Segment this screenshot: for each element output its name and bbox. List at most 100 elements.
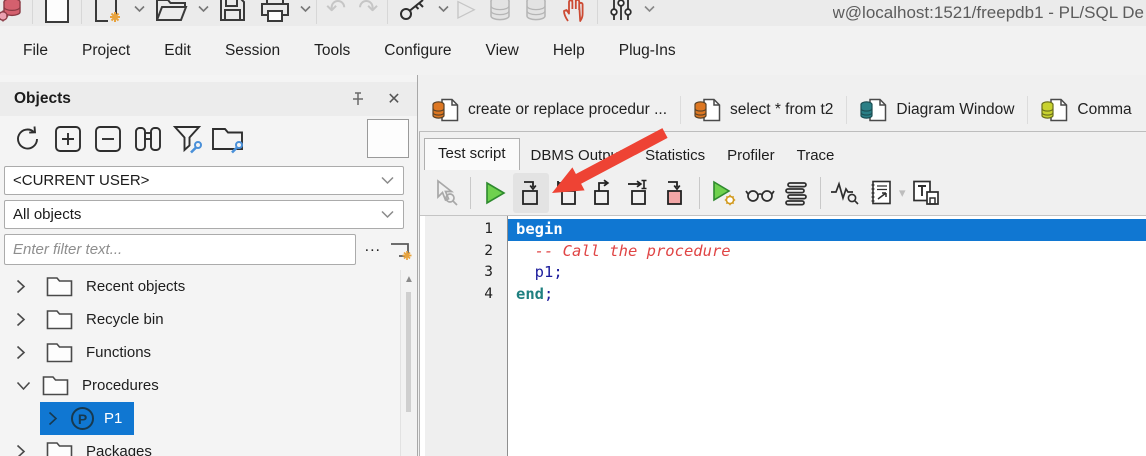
rollback-database-icon: [518, 0, 554, 26]
chevron-right-icon[interactable]: [16, 312, 29, 327]
tree-item-packages[interactable]: Packages: [0, 435, 401, 456]
window-tab-diagram[interactable]: Diagram Window: [847, 91, 1027, 129]
call-stack-icon[interactable]: [778, 173, 814, 213]
close-icon[interactable]: ✕: [379, 86, 409, 112]
window-tab-command[interactable]: Comma: [1028, 91, 1144, 129]
collapse-all-icon[interactable]: [88, 119, 128, 159]
export-text-icon[interactable]: [908, 173, 944, 213]
editor-lines: 1 begin 2 -- Call the procedure 3 p1; 4 …: [420, 219, 1146, 305]
open-file-icon[interactable]: [147, 0, 195, 26]
object-filter-dropdown[interactable]: All objects: [4, 200, 404, 229]
window-tab-sql-procedure[interactable]: create or replace procedur ...: [419, 91, 680, 129]
tree-item-p1[interactable]: P P1: [0, 402, 401, 435]
menu-plugins[interactable]: Plug-Ins: [602, 36, 693, 66]
break-hand-icon[interactable]: [554, 0, 594, 26]
toolbar-separator: [387, 0, 389, 24]
menu-tools[interactable]: Tools: [297, 36, 367, 66]
menu-project[interactable]: Project: [65, 36, 147, 66]
objects-panel-header: Objects ✕: [0, 82, 417, 116]
chevron-right-icon[interactable]: [16, 444, 29, 456]
session-database-gear-icon[interactable]: [0, 0, 29, 26]
save-icon[interactable]: [211, 0, 253, 26]
undo-icon: ↶: [326, 0, 347, 22]
user-dropdown[interactable]: <CURRENT USER>: [4, 166, 404, 195]
chevron-down-icon: [381, 210, 403, 219]
tab-statistics[interactable]: Statistics: [634, 141, 716, 170]
folder-options-icon[interactable]: [208, 119, 248, 159]
start-debugger-icon[interactable]: [477, 173, 513, 213]
menu-file[interactable]: File: [6, 36, 65, 66]
sql-window-icon: [432, 98, 459, 122]
window-tab-select-t2[interactable]: select * from t2: [681, 91, 846, 129]
chevron-down-icon[interactable]: [294, 0, 313, 26]
new-browser-window-icon[interactable]: [388, 239, 414, 261]
tab-trace[interactable]: Trace: [786, 141, 846, 170]
run-step-into-button[interactable]: [513, 172, 549, 213]
filter-more-button[interactable]: ...: [356, 238, 388, 262]
tab-test-script[interactable]: Test script: [424, 138, 520, 170]
scrollbar-thumb[interactable]: [406, 292, 411, 412]
code-line: 1 begin: [420, 219, 1146, 241]
menu-edit[interactable]: Edit: [147, 36, 208, 66]
filter-text-input[interactable]: [4, 234, 356, 265]
report-dropdown-icon[interactable]: ▾: [899, 185, 906, 201]
filter-funnel-icon[interactable]: [168, 119, 208, 159]
folder-icon: [46, 276, 73, 297]
folder-icon: [46, 309, 73, 330]
toolbar-separator: [820, 176, 821, 209]
tree-item-procedures[interactable]: Procedures: [0, 369, 401, 402]
chevron-right-icon[interactable]: [16, 279, 29, 294]
object-preview-box: [367, 119, 409, 158]
view-spectacles-icon[interactable]: [742, 173, 778, 213]
chevron-down-icon: [381, 176, 403, 185]
tab-dbms-output[interactable]: DBMS Output: [520, 141, 635, 170]
menu-help[interactable]: Help: [536, 36, 602, 66]
test-window: Test script DBMS Output Statistics Profi…: [419, 132, 1146, 456]
blank-page-icon[interactable]: [36, 0, 78, 26]
main-toolbar: ↶ ↷ ▷ w@localhost:1521/freepdb1 - PL/SQL…: [0, 0, 1146, 26]
plsql-developer-window: ↶ ↷ ▷ w@localhost:1521/freepdb1 - PL/SQL…: [0, 0, 1146, 456]
new-document-icon[interactable]: [85, 0, 131, 26]
logon-key-icon[interactable]: [391, 0, 435, 26]
chevron-down-icon[interactable]: [128, 0, 147, 26]
folder-icon: [46, 342, 73, 363]
expand-all-icon[interactable]: [48, 119, 88, 159]
preferences-sliders-icon[interactable]: [601, 0, 641, 26]
pin-icon[interactable]: [343, 86, 373, 112]
toolbar-options-chevron-icon[interactable]: [638, 0, 657, 26]
chevron-right-icon[interactable]: [16, 345, 29, 360]
execute-icon: ▷: [457, 0, 476, 22]
menu-session[interactable]: Session: [208, 36, 297, 66]
stop-debugger-icon[interactable]: [657, 173, 693, 213]
objects-toolbar: [0, 116, 417, 162]
test-toolbar: ▾: [420, 170, 1146, 215]
procedure-icon: P: [71, 407, 94, 430]
tree-item-recent-objects[interactable]: Recent objects: [0, 270, 401, 303]
command-window-icon: [1041, 98, 1068, 122]
tree-item-recycle-bin[interactable]: Recycle bin: [0, 303, 401, 336]
menu-view[interactable]: View: [469, 36, 536, 66]
menu-configure[interactable]: Configure: [367, 36, 468, 66]
tree-item-functions[interactable]: Functions: [0, 336, 401, 369]
chevron-down-icon[interactable]: [432, 0, 451, 26]
code-line: 3 p1;: [484, 263, 563, 281]
chevron-down-icon[interactable]: [16, 381, 31, 391]
execute-with-options-icon[interactable]: [706, 173, 742, 213]
test-results-report-icon[interactable]: [863, 173, 899, 213]
run-to-cursor-icon[interactable]: [621, 173, 657, 213]
code-editor[interactable]: 1 begin 2 -- Call the procedure 3 p1; 4 …: [420, 215, 1146, 456]
chevron-down-icon[interactable]: [192, 0, 211, 26]
step-out-icon[interactable]: [585, 173, 621, 213]
chevron-right-icon[interactable]: [48, 411, 61, 426]
tab-profiler[interactable]: Profiler: [716, 141, 786, 170]
print-icon[interactable]: [253, 0, 297, 26]
tree-scrollbar[interactable]: ▲: [400, 270, 417, 456]
selected-tree-item[interactable]: P P1: [40, 402, 135, 435]
scroll-up-icon[interactable]: ▲: [401, 270, 417, 285]
refresh-icon[interactable]: [8, 119, 48, 159]
find-binoculars-icon[interactable]: [128, 119, 168, 159]
profiler-icon[interactable]: [827, 173, 863, 213]
toolbar-separator: [596, 0, 598, 24]
step-over-icon[interactable]: [549, 173, 585, 213]
workspace: create or replace procedur ... select * …: [418, 75, 1146, 456]
